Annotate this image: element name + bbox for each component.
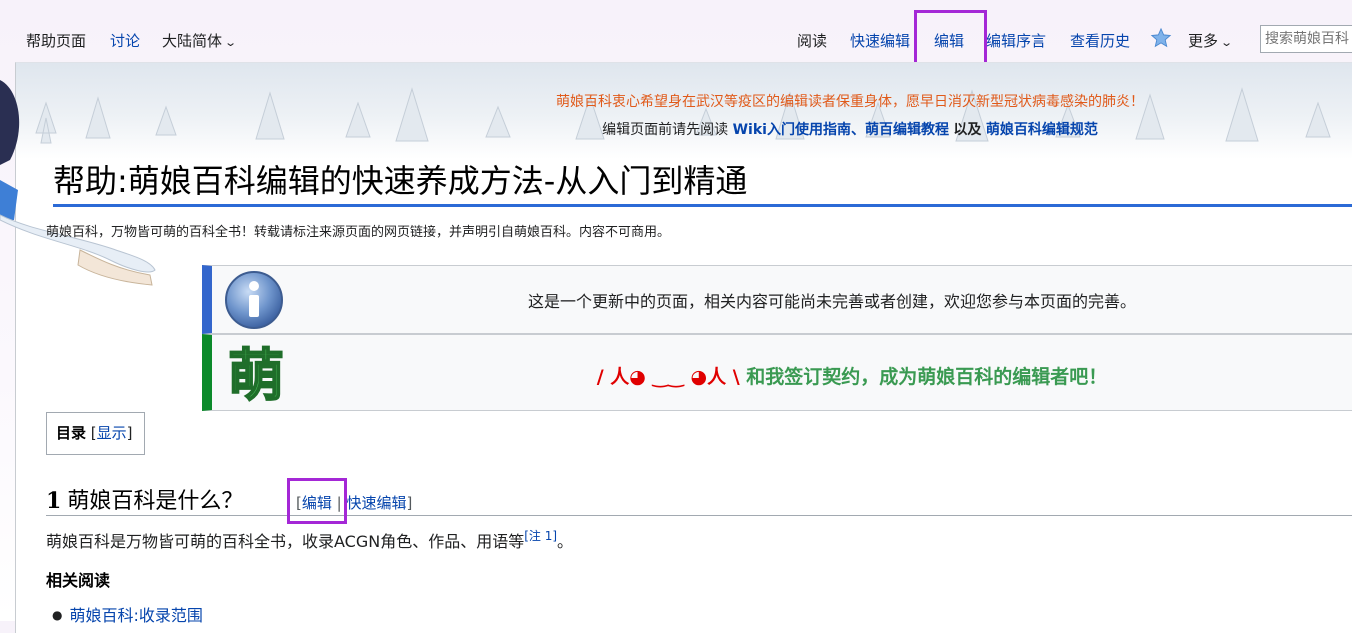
contract-notice-text: / 人◕ ‿‿ ◕人 \ 和我签订契约，成为萌娘百科的编辑者吧！	[212, 362, 1352, 389]
tab-read[interactable]: 阅读	[797, 31, 827, 51]
section-heading: 1 萌娘百科是什么？ [编辑 | 快速编辑]	[46, 483, 1352, 516]
section-edit-link[interactable]: 编辑	[302, 494, 332, 512]
tab-quick-edit[interactable]: 快速编辑	[850, 31, 910, 51]
variant-label: 大陆简体	[162, 32, 223, 50]
section-heading-text: 萌娘百科是什么？	[67, 489, 244, 514]
bullet-icon: ●	[52, 608, 63, 622]
updating-notice-box: 这是一个更新中的页面，相关内容可能尚未完善或者创建，欢迎您参与本页面的完善。	[202, 265, 1352, 334]
list-item: ● 萌娘百科:收录范围	[52, 602, 203, 626]
toc-title: 目录	[56, 424, 87, 442]
link-editing-rules[interactable]: 萌娘百科编辑规范	[986, 122, 1098, 138]
section-number: 1	[46, 488, 62, 514]
watch-star-icon[interactable]	[1150, 27, 1172, 49]
section-title: 1 萌娘百科是什么？	[46, 483, 243, 515]
winter-banner	[16, 63, 1352, 159]
related-link[interactable]: 萌娘百科:收录范围	[69, 606, 202, 625]
kaomoji: / 人◕ ‿‿ ◕人 \	[596, 366, 740, 388]
more-menu[interactable]: 更多 ⌄	[1188, 31, 1234, 53]
link-moebai-tutorial[interactable]: 萌百编辑教程	[865, 122, 949, 138]
variant-dropdown[interactable]: 大陆简体 ⌄	[162, 31, 238, 53]
tab-edit-intro[interactable]: 编辑序言	[986, 31, 1046, 51]
site-tagline: 萌娘百科，万物皆可萌的百科全书！转载请标注来源页面的网页链接，并声明引自萌娘百科…	[46, 225, 671, 240]
site-notice-line1: 萌娘百科衷心希望身在武汉等疫区的编辑读者保重身体，愿早日消灭新型冠状病毒感染的肺…	[556, 94, 1144, 110]
tab-discussion[interactable]: 讨论	[110, 31, 140, 51]
site-notice-line2: 编辑页面前请先阅读 Wiki入门使用指南、萌百编辑教程 以及 萌娘百科编辑规范	[500, 119, 1200, 139]
more-label: 更多	[1188, 32, 1219, 50]
footnote-link[interactable]: [注 1]	[524, 529, 557, 543]
paragraph-end: 。	[557, 532, 574, 551]
top-navigation: 帮助页面 讨论 大陆简体 ⌄ 阅读 快速编辑 编辑 编辑序言 查看历史 更多 ⌄	[0, 0, 1352, 68]
toc-toggle-link[interactable]: 显示	[97, 424, 127, 442]
contract-notice-box: 萌 / 人◕ ‿‿ ◕人 \ 和我签订契约，成为萌娘百科的编辑者吧！	[202, 334, 1352, 411]
table-of-contents: 目录 [显示]	[46, 412, 145, 455]
edit-separator: |	[331, 494, 347, 512]
page-title: 帮助:萌娘百科编辑的快速养成方法-从入门到精通	[53, 158, 1352, 207]
chevron-down-icon: ⌄	[1220, 36, 1234, 49]
updating-notice-text: 这是一个更新中的页面，相关内容可能尚未完善或者创建，欢迎您参与本页面的完善。	[527, 292, 1136, 311]
tab-help-page[interactable]: 帮助页面	[26, 31, 86, 51]
chevron-down-icon: ⌄	[224, 36, 238, 49]
intro-paragraph: 萌娘百科是万物皆可萌的百科全书，收录ACGN角色、作品、用语等[注 1]。	[46, 527, 573, 552]
related-reading-heading: 相关阅读	[46, 571, 111, 590]
snow-trees-decoration	[35, 87, 1331, 144]
link-wiki-guide[interactable]: Wiki入门使用指南	[733, 122, 851, 138]
section-quick-edit-link[interactable]: 快速编辑	[346, 494, 406, 512]
notice-prefix: 编辑页面前请先阅读	[602, 122, 729, 138]
paragraph-text: 萌娘百科是万物皆可萌的百科全书，收录ACGN角色、作品、用语等	[46, 532, 525, 551]
notice-separator: 、	[850, 122, 865, 138]
notice-and: 以及	[953, 122, 982, 138]
section-edit-links: [编辑 | 快速编辑]	[296, 492, 412, 513]
tab-edit[interactable]: 编辑	[934, 31, 964, 51]
tab-view-history[interactable]: 查看历史	[1070, 31, 1130, 51]
contract-slogan: 和我签订契约，成为萌娘百科的编辑者吧！	[746, 366, 1108, 388]
search-input[interactable]	[1260, 25, 1352, 53]
toc-bracket-close: ]	[126, 424, 133, 442]
edit-bracket-close: ]	[406, 494, 413, 512]
